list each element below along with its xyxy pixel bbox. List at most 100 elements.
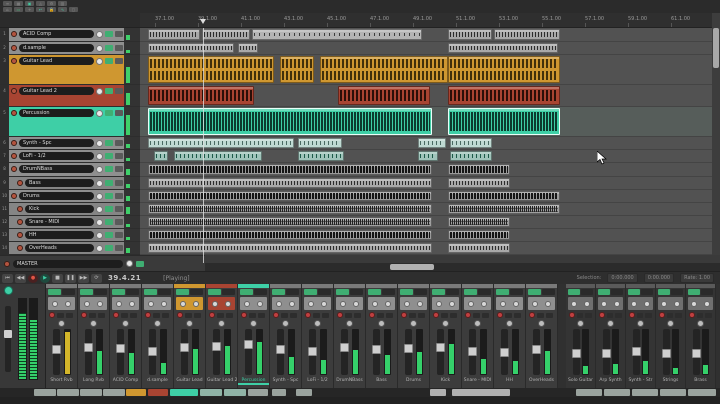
volume-fader[interactable]	[692, 329, 701, 375]
volume-fader[interactable]	[662, 329, 671, 375]
output-button[interactable]	[478, 289, 491, 295]
fx-knob-icon[interactable]	[147, 300, 154, 307]
forward-button[interactable]: ▶▶	[78, 273, 89, 283]
fx-knob-icon[interactable]	[481, 300, 488, 307]
input-button[interactable]	[272, 289, 285, 295]
fx-knob-icon[interactable]	[51, 300, 58, 307]
track-name-field[interactable]: LoFi - 1/2	[19, 152, 94, 160]
mute-button[interactable]	[441, 312, 448, 318]
vertical-scrollbar[interactable]	[712, 13, 720, 263]
mixer-strip-long-rvb[interactable]: Long Rvb	[78, 284, 110, 388]
fader-cap[interactable]	[180, 343, 189, 352]
monitor-button[interactable]	[105, 31, 113, 37]
fx-button[interactable]	[115, 110, 123, 116]
track-tab[interactable]	[248, 389, 268, 396]
audio-clip[interactable]	[148, 43, 234, 53]
fx-knob-icon[interactable]	[571, 300, 578, 307]
mixer-strip-kick[interactable]: Kick	[430, 284, 462, 388]
input-button[interactable]	[628, 289, 640, 295]
pan-knob[interactable]	[697, 320, 704, 327]
fader-cap[interactable]	[632, 347, 641, 356]
volume-fader[interactable]	[276, 329, 285, 375]
output-button[interactable]	[641, 289, 653, 295]
fx-knob-icon[interactable]	[257, 300, 264, 307]
audio-clip[interactable]	[448, 56, 560, 83]
monitor-button[interactable]	[105, 180, 113, 186]
output-button[interactable]	[611, 289, 623, 295]
strip-label[interactable]: Arp Synth	[596, 376, 625, 385]
track-tab[interactable]	[80, 389, 102, 396]
volume-fader[interactable]	[84, 329, 93, 375]
mute-button[interactable]	[377, 312, 384, 318]
track-name-field[interactable]: Guitar Lead	[19, 57, 94, 65]
track-name-field[interactable]: ACID Comp	[19, 30, 94, 38]
pan-knob[interactable]	[96, 30, 103, 38]
record-arm-icon[interactable]	[11, 58, 17, 64]
volume-fader[interactable]	[532, 329, 541, 375]
volume-fader[interactable]	[340, 329, 349, 375]
fx-button[interactable]	[115, 193, 123, 199]
track-row-guitar-lead[interactable]: 3 Guitar Lead	[0, 55, 140, 85]
strip-label[interactable]: Short Rvb	[46, 376, 77, 385]
play-button[interactable]: ▶	[40, 273, 50, 283]
pan-knob[interactable]	[90, 320, 97, 327]
mute-button[interactable]	[606, 312, 614, 318]
fx-knob-icon[interactable]	[371, 300, 378, 307]
arrange-lane[interactable]	[140, 55, 712, 85]
fx-knob-icon[interactable]	[601, 300, 608, 307]
master-fx-button[interactable]	[136, 260, 144, 267]
record-arm-icon[interactable]	[433, 312, 439, 318]
fx-knob-icon[interactable]	[673, 300, 680, 307]
pan-knob[interactable]	[96, 244, 103, 252]
fx-knob-icon[interactable]	[631, 300, 638, 307]
item-icon[interactable]: ▭	[14, 7, 23, 12]
master-track-row[interactable]: MASTER	[0, 255, 205, 271]
strip-label[interactable]: HH	[494, 376, 525, 385]
fader-cap[interactable]	[436, 343, 445, 352]
fx-knob-icon[interactable]	[129, 300, 136, 307]
audio-clip[interactable]	[448, 43, 558, 53]
record-arm-icon[interactable]	[11, 110, 17, 116]
audio-clip[interactable]	[450, 138, 492, 148]
pan-knob[interactable]	[96, 139, 103, 147]
fx-insert-box[interactable]	[272, 297, 299, 310]
track-row-acid-comp[interactable]: 1 ACID Comp	[0, 28, 140, 42]
metronome-icon[interactable]: ◬	[36, 1, 45, 6]
mute-button[interactable]	[217, 312, 224, 318]
fx-button[interactable]	[115, 232, 123, 238]
mute-button[interactable]	[185, 312, 192, 318]
fx-knob-icon[interactable]	[211, 300, 218, 307]
fx-button[interactable]	[115, 166, 123, 172]
audio-clip[interactable]	[148, 56, 274, 83]
audio-clip[interactable]	[448, 191, 560, 201]
audio-clip[interactable]	[448, 86, 560, 105]
mixer-strip-d-sample[interactable]: d.sample	[142, 284, 174, 388]
fx-insert-box[interactable]	[304, 297, 331, 310]
fx-insert-box[interactable]	[464, 297, 491, 310]
fx-knob-icon[interactable]	[161, 300, 168, 307]
track-name-field[interactable]: DrumNBass	[19, 165, 94, 173]
mixer-strip-snare-midi[interactable]: Snare - MIDI	[462, 284, 494, 388]
pan-knob[interactable]	[506, 320, 513, 327]
screenset-icon[interactable]: ▣	[25, 1, 34, 6]
vertical-scrollbar-thumb[interactable]	[713, 28, 719, 68]
pan-knob[interactable]	[96, 57, 103, 65]
fx-knob-icon[interactable]	[703, 300, 710, 307]
strip-label[interactable]: Drums	[398, 376, 429, 385]
record-arm-icon[interactable]	[11, 166, 17, 172]
record-arm-icon[interactable]	[11, 88, 17, 94]
input-button[interactable]	[112, 289, 125, 295]
fader-cap[interactable]	[602, 349, 611, 358]
mixer-strip-solo-guitar[interactable]: Solo Guitar	[566, 284, 596, 388]
strip-label[interactable]: Synth - Str	[626, 376, 655, 385]
fx-knob-icon[interactable]	[339, 300, 346, 307]
fader-cap[interactable]	[244, 340, 253, 349]
mixer-strip-overheads[interactable]: OverHeads	[526, 284, 558, 388]
audio-clip[interactable]	[148, 138, 294, 148]
record-arm-icon[interactable]	[401, 312, 407, 318]
volume-fader[interactable]	[632, 329, 641, 375]
record-arm-icon[interactable]	[11, 31, 17, 37]
go-start-button[interactable]: ⏮	[2, 273, 13, 283]
track-name-field[interactable]: Synth - Spc	[19, 139, 94, 147]
fx-knob-icon[interactable]	[661, 300, 668, 307]
